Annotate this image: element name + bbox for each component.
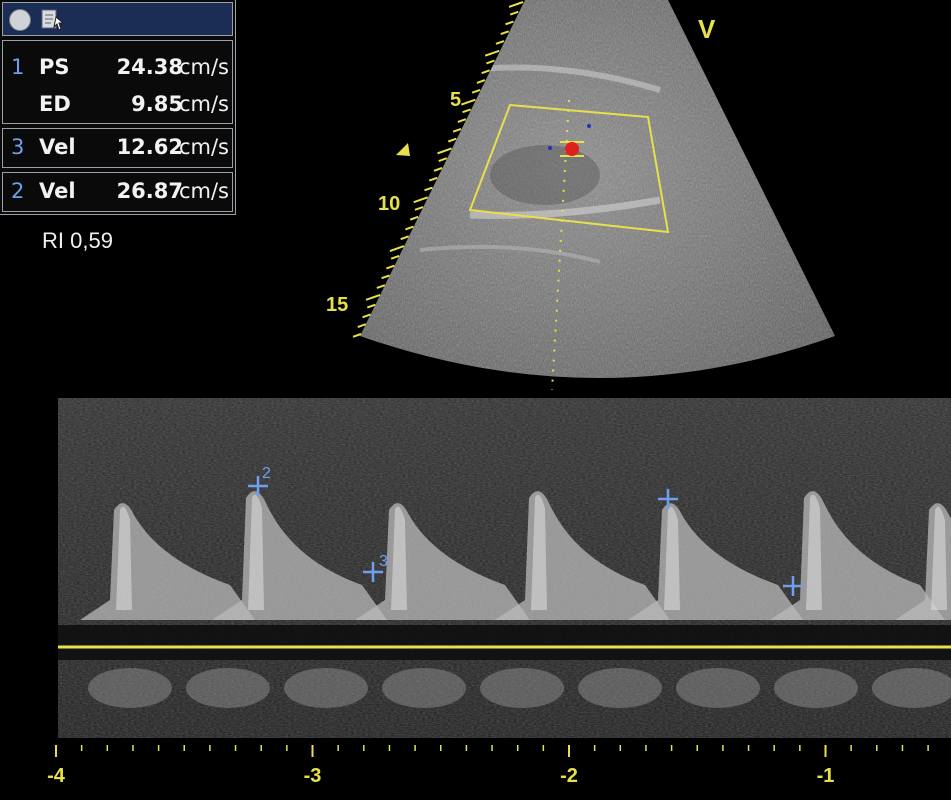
reverse-flow-band	[774, 668, 858, 708]
doppler-spectrum: 23	[58, 398, 951, 738]
reverse-flow-band	[676, 668, 760, 708]
color-flow-signal	[565, 142, 579, 156]
reverse-flow-band	[578, 668, 662, 708]
depth-label: 10	[378, 193, 400, 215]
ultrasound-display: V 51015 23 -4 -3 -2 -1	[47, 0, 951, 787]
time-tick-label: -3	[304, 765, 322, 787]
reverse-flow-band	[480, 668, 564, 708]
cursor-label: 2	[262, 465, 271, 482]
time-axis: -4 -3 -2 -1	[47, 745, 929, 787]
time-tick-label: -1	[817, 765, 835, 787]
depth-label: 5	[450, 89, 461, 111]
time-tick-label: -2	[560, 765, 578, 787]
cursor-label: 3	[379, 553, 388, 570]
reverse-flow-band	[284, 668, 368, 708]
time-tick-label: -4	[47, 765, 66, 787]
reverse-flow-band	[186, 668, 270, 708]
depth-label: 15	[326, 294, 348, 316]
bmode-sector	[352, 0, 835, 391]
reverse-flow-band	[88, 668, 172, 708]
reverse-flow-band	[382, 668, 466, 708]
orientation-marker: V	[698, 14, 716, 44]
orientation-triangle-icon	[396, 143, 410, 156]
